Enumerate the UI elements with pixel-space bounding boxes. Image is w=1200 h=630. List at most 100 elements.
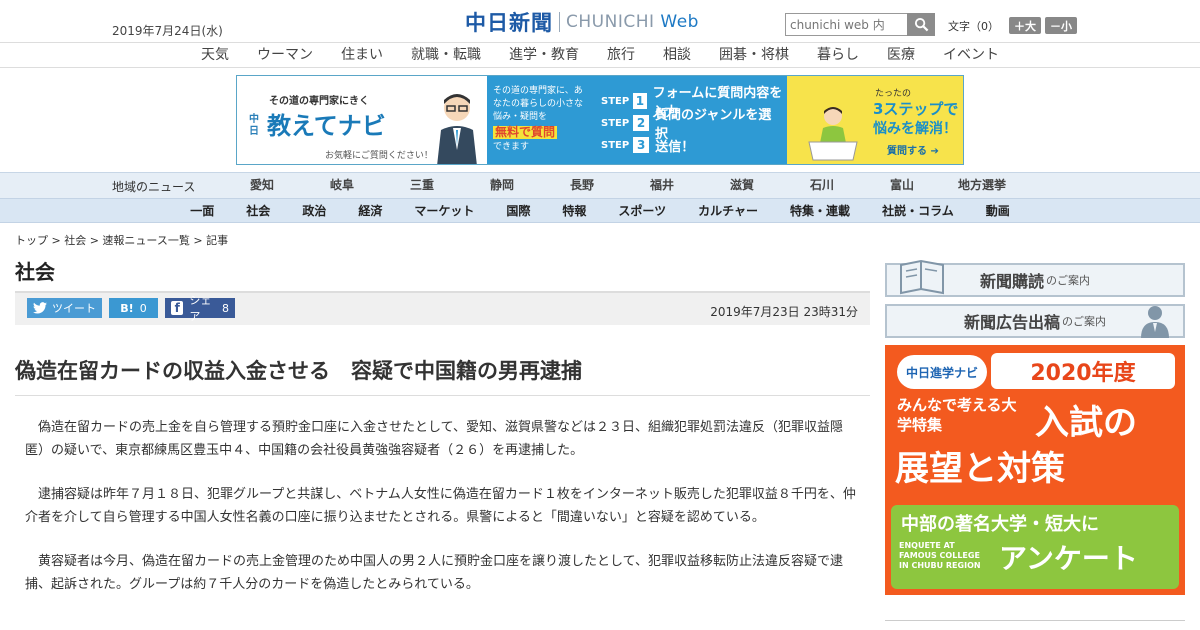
topic-link[interactable]: 医療 [873, 43, 929, 67]
category-link[interactable]: 社会 [230, 202, 286, 219]
banner-title: 教えてナビ [267, 112, 386, 140]
banner-cta-panel: たったの 3ステップで 悩みを解消！ 質問する ➔ [787, 76, 963, 164]
category-link[interactable]: 動画 [970, 202, 1026, 219]
advertising-info-button[interactable]: 新聞広告出稿 のご案内 [885, 304, 1185, 338]
ad-survey-panel: 中部の著名大学・短大に ENQUETE AT FAMOUS COLLEGE IN… [891, 505, 1179, 589]
topic-link[interactable]: 囲碁・将棋 [705, 43, 803, 67]
site-logo[interactable]: 中日新聞 CHUNICHI Web [465, 9, 699, 35]
topic-link[interactable]: 相談 [649, 43, 705, 67]
font-size-up-button[interactable]: ＋大 [1009, 17, 1041, 34]
subscribe-info-button[interactable]: 新聞購読 のご案内 [885, 259, 1185, 297]
site-search [785, 13, 935, 36]
category-link[interactable]: カルチャー [682, 202, 774, 219]
expert-person-icon [437, 94, 477, 164]
ad-year: 2020年度 [991, 353, 1175, 389]
topic-link[interactable]: 進学・教育 [495, 43, 593, 67]
topics-nav: 天気 ウーマン 住まい 就職・転職 進学・教育 旅行 相談 囲碁・将棋 暮らし … [0, 42, 1200, 68]
region-link[interactable]: 愛知 [222, 173, 302, 198]
newspaper-icon [900, 259, 944, 295]
topic-link[interactable]: イベント [929, 43, 1013, 67]
ask-question-link[interactable]: 質問する ➔ [887, 142, 939, 157]
region-link[interactable]: 静岡 [462, 173, 542, 198]
site-header: 2019年7月24日(水) 中日新聞 CHUNICHI Web 文字（0） ＋大… [0, 0, 1200, 42]
facebook-icon: f [171, 301, 184, 315]
facebook-share-button[interactable]: f シェア 8 [165, 294, 235, 323]
posted-timestamp: 2019年7月23日 23時31分 [710, 305, 858, 319]
banner-area: その道の専門家にきく 中日 教えてナビ お気軽にご質問ください！ その道の専門家… [0, 68, 1200, 172]
laptop-person-icon [808, 107, 858, 161]
twitter-bird-icon [33, 302, 47, 314]
banner-steps: STEP 1 フォームに質問内容を入力 STEP 2 質問のジャンルを選択 STEP 3 送… [597, 76, 787, 164]
region-link[interactable]: 富山 [862, 173, 942, 198]
hatena-icon: B! [120, 301, 134, 315]
topic-link[interactable]: 就職・転職 [397, 43, 495, 67]
exam-guide-ad[interactable]: 中日進学ナビ 2020年度 みんなで考える大学特集 入試の 展望と対策 中部の著… [885, 345, 1185, 595]
search-button[interactable] [907, 13, 935, 36]
free-question-badge: 無料で質問 [493, 125, 558, 139]
share-count: 8 [222, 301, 229, 315]
category-link[interactable]: 経済 [342, 202, 398, 219]
sidebar: 新聞購読 のご案内 新聞広告出稿 のご案内 中日進学ナビ 2020年度 みんなで考え… [885, 259, 1185, 595]
ad-title-1: 入試の [1035, 403, 1137, 443]
region-link[interactable]: 三重 [382, 173, 462, 198]
cta-headline: 3ステップで [873, 100, 959, 118]
ad-logo: 中日進学ナビ [897, 355, 987, 389]
article-paragraph: 偽造在留カードの売上金を自ら管理する預貯金口座に入金させたとして、愛知、滋賀県警… [25, 420, 843, 458]
ad-tagline: みんなで考える大学特集 [897, 396, 1017, 434]
search-input[interactable] [785, 13, 907, 36]
section-title: 社会 [15, 260, 55, 284]
category-link[interactable]: 政治 [286, 202, 342, 219]
article-paragraph: 黄容疑者は今月、偽造在留カードの売上金管理のため中国人の男２人に預貯金口座を譲り… [25, 554, 843, 592]
banner-step: STEP 2 質問のジャンルを選択 [601, 108, 772, 142]
category-link[interactable]: マーケット [398, 202, 490, 219]
hatena-count: 0 [139, 301, 147, 315]
logo-jp: 中日新聞 [465, 10, 553, 35]
region-link[interactable]: 地方選挙 [942, 173, 1022, 198]
category-link[interactable]: スポーツ [602, 202, 682, 219]
ad-survey-word: アンケート [999, 542, 1138, 575]
hatena-bookmark-button[interactable]: B! 0 [109, 298, 158, 318]
region-link[interactable]: 長野 [542, 173, 622, 198]
logo-divider [559, 12, 560, 32]
article-body: 偽造在留カードの売上金を自ら管理する預貯金口座に入金させたとして、愛知、滋賀県警… [15, 416, 870, 596]
regional-news-label: 地域のニュース [112, 180, 196, 194]
share-bar: ツイート B! 0 f シェア 8 2019年7月23日 23時31分 [15, 291, 870, 325]
region-list: 愛知 岐阜 三重 静岡 長野 福井 滋賀 石川 富山 地方選挙 [222, 173, 1022, 198]
region-link[interactable]: 福井 [622, 173, 702, 198]
oshiete-navi-banner[interactable]: その道の専門家にきく 中日 教えてナビ お気軽にご質問ください！ その道の専門家… [236, 75, 964, 165]
topic-link[interactable]: 旅行 [593, 43, 649, 67]
font-size-label: 文字（0） [948, 19, 999, 33]
category-link[interactable]: 一面 [174, 202, 230, 219]
topic-link[interactable]: 暮らし [803, 43, 873, 67]
current-date: 2019年7月24日(水) [112, 24, 223, 38]
font-size-down-button[interactable]: －小 [1045, 17, 1077, 34]
tweet-button[interactable]: ツイート [27, 298, 102, 318]
category-link[interactable]: 国際 [490, 202, 546, 219]
region-link[interactable]: 石川 [782, 173, 862, 198]
font-size-control: 文字（0） ＋大 －小 [948, 17, 1077, 34]
search-icon [914, 17, 928, 32]
category-link[interactable]: 特集・連載 [774, 202, 866, 219]
businessman-icon [1141, 306, 1169, 338]
banner-small-label: 中日 [249, 114, 259, 137]
banner-footnote: お気軽にご質問ください！ [325, 151, 433, 161]
breadcrumb[interactable]: トップ > 社会 > 速報ニュース一覧 > 記事 [15, 232, 870, 248]
region-link[interactable]: 岐阜 [302, 173, 382, 198]
ad-survey-en: ENQUETE AT FAMOUS COLLEGE IN CHUBU REGIO… [899, 541, 981, 570]
topic-link[interactable]: ウーマン [243, 43, 327, 67]
ad-survey-title: 中部の著名大学・短大に [901, 514, 1099, 535]
article-paragraph: 逮捕容疑は昨年７月１８日、犯罪グループと共謀し、ベトナム人女性に偽造在留カード１… [25, 487, 856, 525]
category-link[interactable]: 社説・コラム [866, 202, 970, 219]
article-headline: 偽造在留カードの収益入金させる 容疑で中国籍の男再逮捕 [15, 355, 870, 396]
banner-description: その道の専門家に、あなたの暮らしの小さな悩み・疑問を 無料で質問 できます [487, 76, 597, 164]
logo-en: CHUNICHI Web [566, 12, 699, 32]
banner-subtitle: その道の専門家にきく [269, 96, 369, 107]
category-nav: 一面 社会 政治 経済 マーケット 国際 特報 スポーツ カルチャー 特集・連載… [0, 198, 1200, 223]
category-link[interactable]: 特報 [546, 202, 602, 219]
cta-headline-2: 悩みを解消！ [873, 121, 957, 137]
topic-link[interactable]: 住まい [327, 43, 397, 67]
region-link[interactable]: 滋賀 [702, 173, 782, 198]
topic-link[interactable]: 天気 [187, 43, 243, 67]
ad-title-2: 展望と対策 [895, 449, 1065, 489]
article-main: トップ > 社会 > 速報ニュース一覧 > 記事 社会 ツイート B! 0 f … [15, 222, 870, 617]
